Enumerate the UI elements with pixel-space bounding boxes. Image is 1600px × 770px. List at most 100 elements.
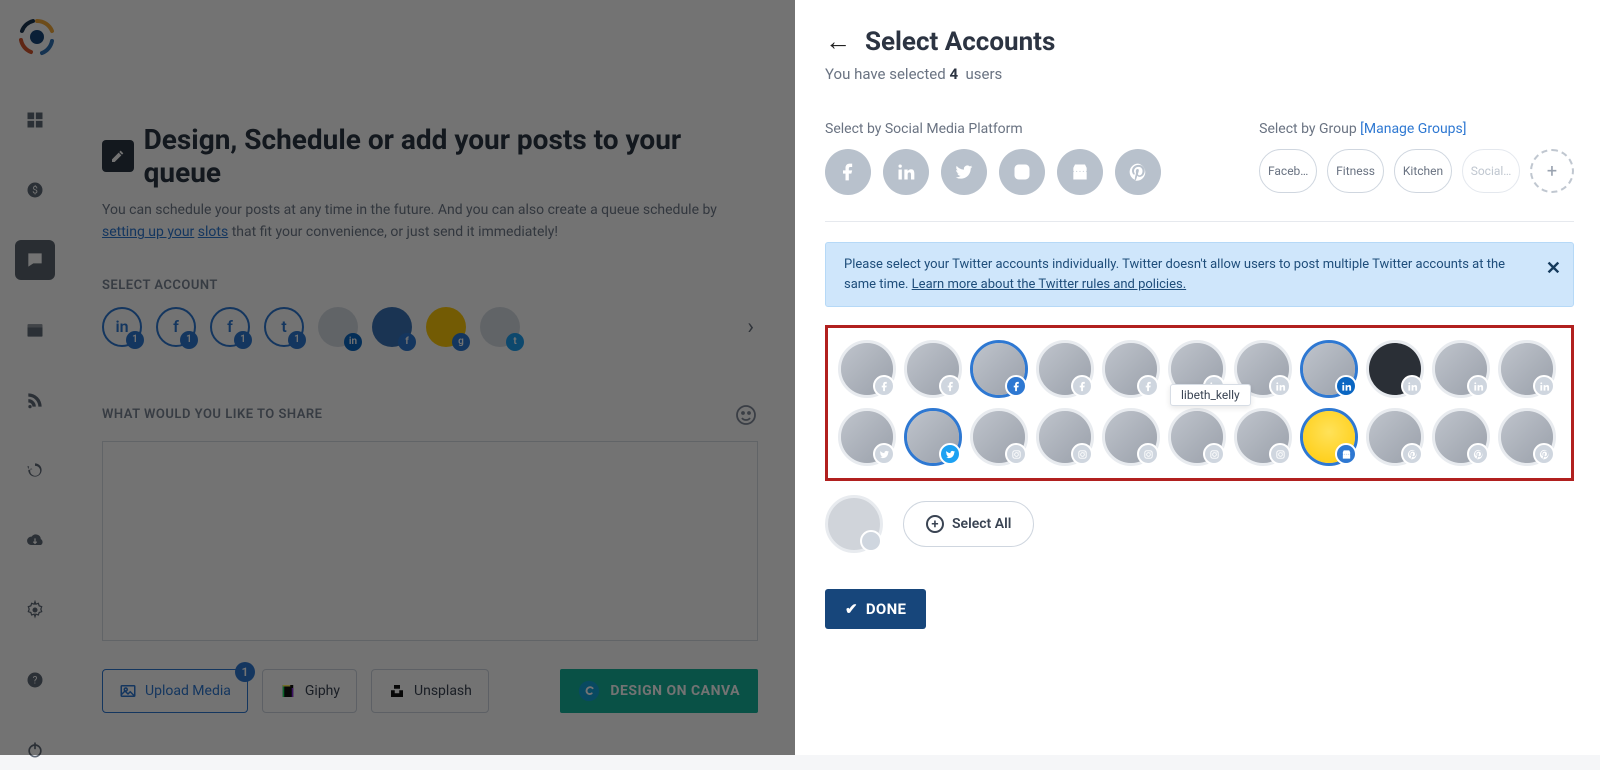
account-avatar[interactable] [1498, 340, 1556, 398]
platform-filters [825, 149, 1161, 195]
account-avatar[interactable] [1234, 408, 1292, 466]
account-avatar[interactable] [1498, 408, 1556, 466]
upload-media-button[interactable]: Upload Media 1 [102, 669, 248, 713]
account-avatar[interactable] [1432, 340, 1490, 398]
linkedin-icon [1335, 375, 1357, 397]
emoji-picker-icon[interactable] [734, 403, 758, 427]
nav-rss[interactable] [15, 380, 55, 420]
group-chip[interactable]: Faceb… [1259, 149, 1317, 193]
group-chip[interactable]: Fitness [1327, 149, 1384, 193]
platform-instagram[interactable] [999, 149, 1045, 195]
selected-count: You have selected 4 users [825, 65, 1574, 83]
manage-groups-link[interactable]: [Manage Groups] [1360, 121, 1466, 137]
svg-text:$: $ [32, 183, 38, 196]
add-group-button[interactable]: + [1530, 149, 1574, 193]
select-accounts-panel: ← Select Accounts You have selected 4 us… [795, 0, 1600, 755]
upload-badge: 1 [235, 662, 255, 682]
app-logo[interactable] [17, 17, 57, 57]
post-textarea[interactable] [102, 441, 758, 641]
mini-account[interactable]: in1 [102, 307, 142, 347]
done-button[interactable]: ✔DONE [825, 589, 926, 629]
nav-power[interactable] [15, 730, 55, 770]
design-on-canva-button[interactable]: DESIGN ON CANVA [560, 669, 758, 713]
nav-calendar[interactable] [15, 310, 55, 350]
account-avatar[interactable] [1102, 340, 1160, 398]
twitter-icon [873, 443, 895, 465]
linkedin-icon [1533, 375, 1555, 397]
accounts-grid-highlight: libeth_kelly [825, 325, 1574, 481]
account-avatar[interactable] [1300, 340, 1358, 398]
slots-link[interactable]: slots [198, 224, 228, 240]
platform-gmb[interactable] [1057, 149, 1103, 195]
nav-monetize[interactable]: $ [15, 170, 55, 210]
panel-title: Select Accounts [865, 27, 1055, 57]
mini-account[interactable]: f1 [210, 307, 250, 347]
account-avatar[interactable] [825, 495, 883, 553]
nav-settings[interactable] [15, 590, 55, 630]
instagram-icon [1269, 443, 1291, 465]
platform-twitter[interactable] [941, 149, 987, 195]
page-subtitle: You can schedule your posts at any time … [102, 199, 758, 244]
platform-linkedin[interactable] [883, 149, 929, 195]
account-avatar[interactable] [1036, 408, 1094, 466]
group-chip[interactable]: Social… [1462, 149, 1520, 193]
group-chip[interactable]: Kitchen [1394, 149, 1452, 193]
platform-facebook[interactable] [825, 149, 871, 195]
check-icon: ✔ [845, 600, 858, 618]
linkedin-icon [1269, 375, 1291, 397]
mini-account[interactable]: f [372, 307, 412, 347]
mini-account[interactable]: in [318, 307, 358, 347]
selected-accounts-row: in1 f1 f1 t1 in f g t › [102, 307, 758, 347]
twitter-icon [939, 443, 961, 465]
back-arrow-icon[interactable]: ← [825, 26, 851, 57]
twitter-policy-link[interactable]: Learn more about the Twitter rules and p… [912, 277, 1186, 292]
mini-account[interactable]: t1 [264, 307, 304, 347]
account-avatar[interactable] [838, 408, 896, 466]
mini-account[interactable]: g [426, 307, 466, 347]
facebook-icon [873, 375, 895, 397]
account-tooltip: libeth_kelly [1170, 384, 1251, 406]
setup-link[interactable]: setting up your [102, 224, 194, 240]
nav-dashboard[interactable] [15, 100, 55, 140]
account-avatar[interactable] [1432, 408, 1490, 466]
facebook-icon [939, 375, 961, 397]
account-avatar[interactable] [1300, 408, 1358, 466]
nav-cloud[interactable] [15, 520, 55, 560]
group-filter-label: Select by Group [Manage Groups] [1259, 121, 1574, 137]
facebook-icon [1071, 375, 1093, 397]
select-all-button[interactable]: +Select All [903, 501, 1034, 547]
mini-account[interactable]: f1 [156, 307, 196, 347]
compose-icon [102, 140, 134, 172]
page-title: Design, Schedule or add your posts to yo… [102, 123, 758, 189]
account-avatar[interactable] [838, 340, 896, 398]
account-avatar[interactable] [1366, 340, 1424, 398]
account-avatar[interactable] [970, 408, 1028, 466]
divider [825, 221, 1574, 222]
platform-pinterest[interactable] [1115, 149, 1161, 195]
twitter-alert: Please select your Twitter accounts indi… [825, 242, 1574, 307]
account-avatar[interactable] [1168, 408, 1226, 466]
nav-help[interactable]: ? [15, 660, 55, 700]
pinterest-icon [1401, 443, 1423, 465]
alert-close-icon[interactable]: ✕ [1546, 255, 1561, 282]
giphy-button[interactable]: Giphy [262, 669, 357, 713]
nav-history[interactable] [15, 450, 55, 490]
accounts-chevron-right-icon[interactable]: › [747, 314, 754, 339]
mini-account[interactable]: t [480, 307, 520, 347]
account-avatar[interactable] [970, 340, 1028, 398]
account-avatar[interactable] [904, 408, 962, 466]
account-avatar[interactable] [1366, 408, 1424, 466]
unsplash-button[interactable]: Unsplash [371, 669, 489, 713]
account-avatar[interactable] [1036, 340, 1094, 398]
platform-filter-label: Select by Social Media Platform [825, 121, 1161, 137]
gmb-icon [1335, 443, 1357, 465]
instagram-icon [1071, 443, 1093, 465]
select-account-label: SELECT ACCOUNT [102, 278, 758, 293]
facebook-icon [1005, 375, 1027, 397]
nav-compose[interactable] [15, 240, 55, 280]
pinterest-icon [1533, 443, 1555, 465]
account-avatar[interactable] [1102, 408, 1160, 466]
facebook-icon [1137, 375, 1159, 397]
account-avatar[interactable] [904, 340, 962, 398]
linkedin-icon [1401, 375, 1423, 397]
